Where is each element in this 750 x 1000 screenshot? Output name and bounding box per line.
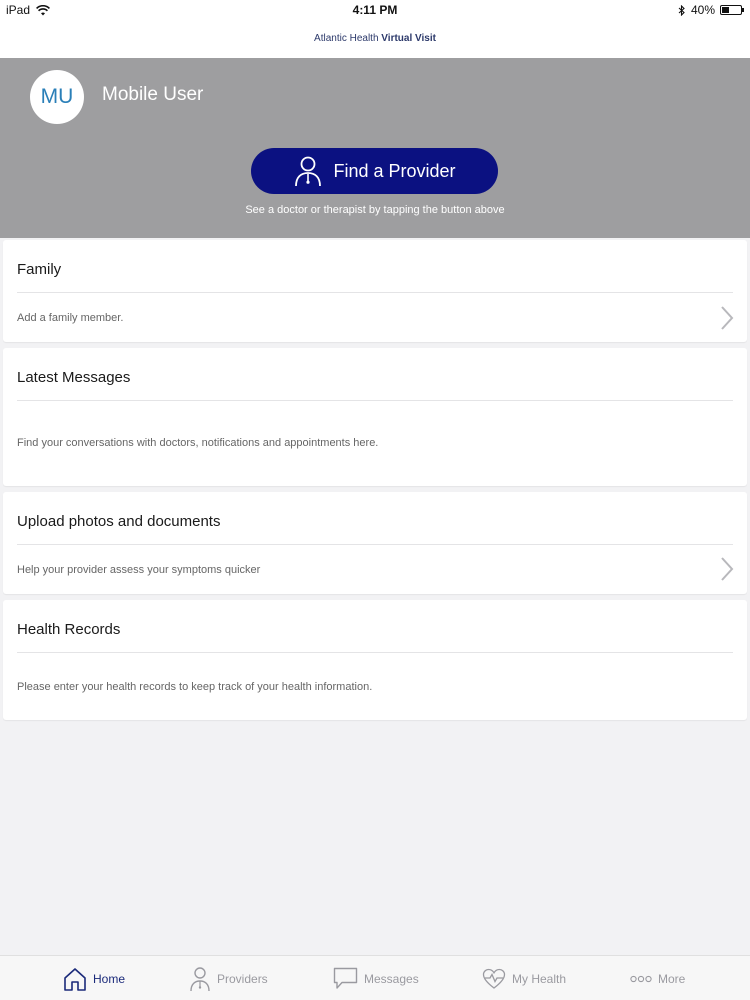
bluetooth-icon [678, 4, 685, 16]
provider-icon [190, 966, 210, 991]
chevron-right-icon[interactable] [719, 556, 735, 582]
battery-icon [720, 5, 744, 15]
profile-hero: MU Mobile User Find a Provider See a doc… [0, 58, 750, 238]
upload-description: Help your provider assess your symptoms … [17, 564, 261, 576]
messages-title: Latest Messages [17, 369, 131, 386]
records-description: Please enter your health records to keep… [17, 681, 373, 693]
status-time: 4:11 PM [352, 3, 398, 17]
records-title: Health Records [17, 621, 121, 638]
find-provider-label: Find a Provider [333, 160, 456, 181]
tab-bar: Home Providers Messages My Health More [0, 955, 750, 1000]
battery-percent: 40% [690, 3, 715, 17]
health-records-card[interactable]: Health Records Please enter your health … [3, 600, 747, 720]
tab-my-health[interactable]: My Health [482, 956, 566, 1000]
family-card[interactable]: Family Add a family member. [3, 240, 747, 342]
doctor-icon [295, 156, 322, 187]
app-header: Atlantic Health Virtual Visit [0, 20, 750, 58]
status-right: 40% [678, 3, 744, 17]
tab-messages-label: Messages [364, 971, 419, 986]
tab-providers[interactable]: Providers [189, 956, 268, 1000]
family-title: Family [17, 261, 62, 278]
battery-fill [722, 7, 729, 13]
chat-bubble-icon [333, 967, 358, 989]
divider [17, 400, 733, 401]
brand-product: Virtual Visit [381, 33, 436, 44]
more-dots-icon [630, 975, 652, 982]
tab-more[interactable]: More [630, 956, 685, 1000]
user-name: Mobile User [102, 84, 204, 105]
tab-providers-label: Providers [217, 971, 268, 986]
tab-home-label: Home [93, 971, 126, 986]
tab-my-health-label: My Health [512, 971, 567, 986]
add-family-link[interactable]: Add a family member. [17, 312, 123, 324]
upload-title: Upload photos and documents [17, 513, 221, 530]
tab-messages[interactable]: Messages [333, 956, 419, 1000]
home-icon [64, 967, 86, 991]
avatar-initials: MU [40, 85, 74, 108]
find-provider-button[interactable]: Find a Provider [251, 148, 498, 194]
brand-name: Atlantic Health [314, 33, 379, 44]
divider [17, 292, 733, 293]
latest-messages-card[interactable]: Latest Messages Find your conversations … [3, 348, 747, 486]
avatar[interactable]: MU [30, 70, 84, 124]
heart-pulse-icon [482, 968, 506, 989]
status-bar: iPad 4:11 PM 40% [0, 0, 750, 20]
chevron-right-icon[interactable] [719, 305, 735, 331]
tab-home[interactable]: Home [63, 956, 125, 1000]
upload-card[interactable]: Upload photos and documents Help your pr… [3, 492, 747, 594]
messages-description: Find your conversations with doctors, no… [17, 437, 379, 449]
tab-more-label: More [658, 971, 686, 986]
divider [17, 544, 733, 545]
divider [17, 652, 733, 653]
find-provider-caption: See a doctor or therapist by tapping the… [245, 204, 505, 216]
